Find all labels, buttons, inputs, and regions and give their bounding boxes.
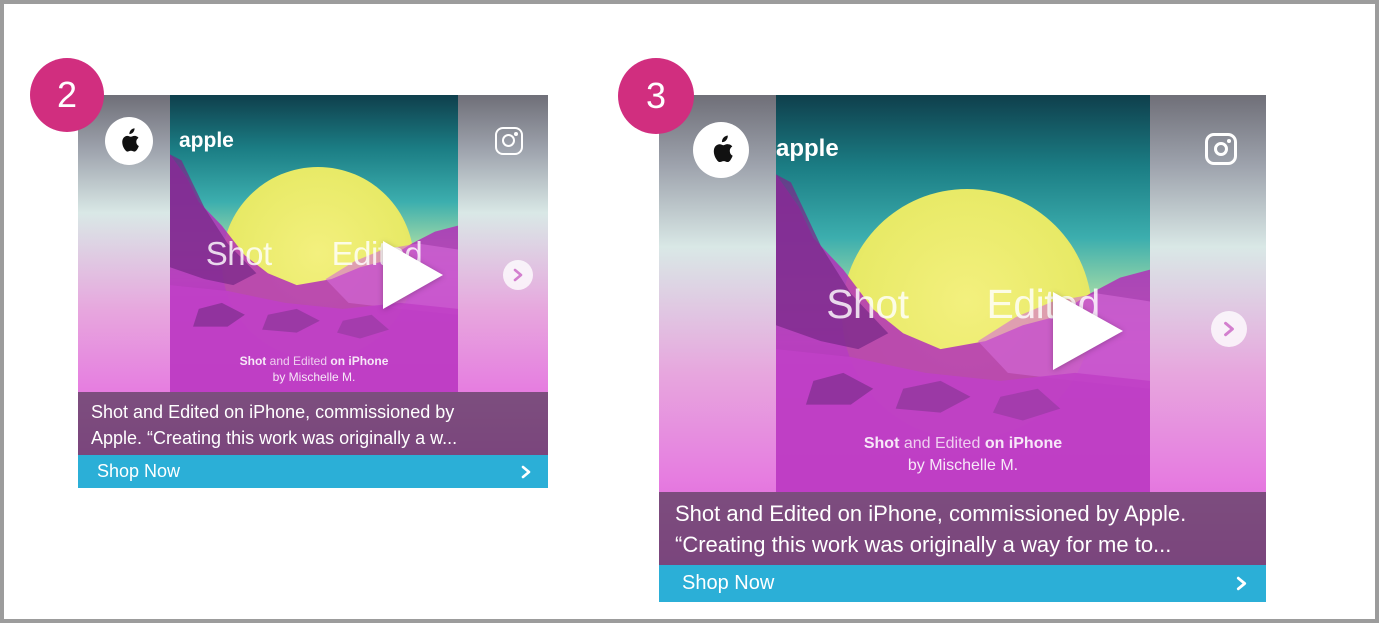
shop-now-button[interactable]: Shop Now [659,565,1266,602]
thumbnail-credit: Shot and Edited on iPhone by Mischelle M… [239,354,389,385]
apple-logo-icon [713,135,733,163]
instagram-icon [1205,133,1237,165]
instagram-icon [495,127,523,155]
avatar[interactable] [693,122,749,178]
ad-preview-large[interactable]: Shot Edited Shot and Edited on iPhone by … [659,95,1266,602]
ad-caption: Shot and Edited on iPhone, commissioned … [659,492,1266,565]
shop-now-button[interactable]: Shop Now [78,455,548,488]
chevron-right-icon [513,268,523,282]
step-badge-2: 2 [30,58,104,132]
avatar[interactable] [105,117,153,165]
shop-now-label: Shop Now [682,572,775,594]
apple-logo-icon [122,128,139,152]
play-icon[interactable] [383,241,443,309]
next-button[interactable] [1211,311,1247,347]
chevron-right-icon [1224,321,1234,337]
play-icon[interactable] [1053,292,1123,370]
account-name: apple [179,129,234,152]
shop-now-label: Shop Now [97,461,181,481]
step-badge-3: 3 [618,58,694,134]
chevron-right-icon [521,465,531,478]
next-button[interactable] [503,260,533,290]
thumbnail-credit: Shot and Edited on iPhone by Mischelle M… [863,435,1063,474]
chevron-right-icon [1236,576,1247,591]
account-name: apple [776,135,839,162]
ad-preview-small[interactable]: Shot Edited Shot and Edited on iPhone by … [78,95,548,488]
screenshot-frame: 2 Shot Edited Shot and Edited on iPhone b… [0,0,1379,623]
ad-caption: Shot and Edited on iPhone, commissioned … [78,392,548,455]
